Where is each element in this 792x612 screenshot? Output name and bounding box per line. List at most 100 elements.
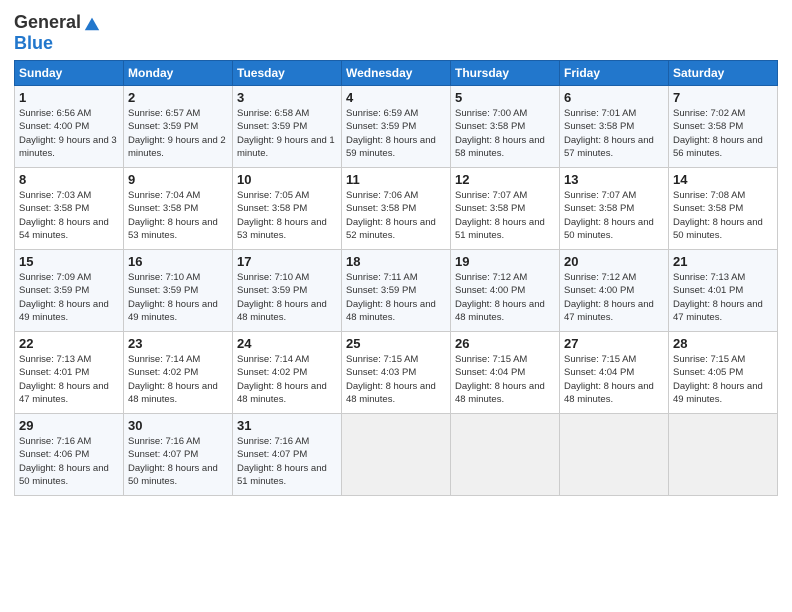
day-number: 3 <box>237 90 337 105</box>
calendar-cell: 26 Sunrise: 7:15 AMSunset: 4:04 PMDayligh… <box>451 332 560 414</box>
weekday-header-saturday: Saturday <box>669 61 778 86</box>
day-info: Sunrise: 7:16 AMSunset: 4:06 PMDaylight:… <box>19 435 119 488</box>
header-area: GeneralBlue <box>14 12 778 54</box>
calendar-cell: 3 Sunrise: 6:58 AMSunset: 3:59 PMDaylight… <box>233 86 342 168</box>
weekday-header-sunday: Sunday <box>15 61 124 86</box>
calendar-cell: 24 Sunrise: 7:14 AMSunset: 4:02 PMDayligh… <box>233 332 342 414</box>
calendar-cell: 11 Sunrise: 7:06 AMSunset: 3:58 PMDayligh… <box>342 168 451 250</box>
day-number: 16 <box>128 254 228 269</box>
day-number: 5 <box>455 90 555 105</box>
day-info: Sunrise: 7:16 AMSunset: 4:07 PMDaylight:… <box>128 435 228 488</box>
day-number: 15 <box>19 254 119 269</box>
logo-general-text: General <box>14 12 81 33</box>
day-number: 23 <box>128 336 228 351</box>
day-info: Sunrise: 7:11 AMSunset: 3:59 PMDaylight:… <box>346 271 446 324</box>
day-number: 10 <box>237 172 337 187</box>
day-number: 24 <box>237 336 337 351</box>
day-info: Sunrise: 7:05 AMSunset: 3:58 PMDaylight:… <box>237 189 337 242</box>
day-number: 28 <box>673 336 773 351</box>
weekday-header-monday: Monday <box>124 61 233 86</box>
day-number: 26 <box>455 336 555 351</box>
logo-blue-text: Blue <box>14 33 53 54</box>
logo-area: GeneralBlue <box>14 12 101 54</box>
calendar-cell: 31Sunrise: 7:16 AMSunset: 4:07 PMDayligh… <box>233 414 342 496</box>
day-number: 25 <box>346 336 446 351</box>
day-info: Sunrise: 7:12 AMSunset: 4:00 PMDaylight:… <box>564 271 664 324</box>
day-info: Sunrise: 7:10 AMSunset: 3:59 PMDaylight:… <box>237 271 337 324</box>
weekday-header-row: SundayMondayTuesdayWednesdayThursdayFrid… <box>15 61 778 86</box>
calendar-week-row: 22 Sunrise: 7:13 AMSunset: 4:01 PMDayligh… <box>15 332 778 414</box>
calendar-cell: 21Sunrise: 7:13 AMSunset: 4:01 PMDayligh… <box>669 250 778 332</box>
weekday-header-friday: Friday <box>560 61 669 86</box>
day-info: Sunrise: 7:13 AMSunset: 4:01 PMDaylight:… <box>19 353 119 406</box>
day-number: 18 <box>346 254 446 269</box>
day-info: Sunrise: 7:15 AMSunset: 4:05 PMDaylight:… <box>673 353 773 406</box>
day-info: Sunrise: 7:08 AMSunset: 3:58 PMDaylight:… <box>673 189 773 242</box>
calendar-week-row: 1 Sunrise: 6:56 AMSunset: 4:00 PMDaylight… <box>15 86 778 168</box>
calendar-cell <box>451 414 560 496</box>
calendar-cell: 15 Sunrise: 7:09 AMSunset: 3:59 PMDayligh… <box>15 250 124 332</box>
day-number: 1 <box>19 90 119 105</box>
day-number: 31 <box>237 418 337 433</box>
calendar-cell: 20 Sunrise: 7:12 AMSunset: 4:00 PMDayligh… <box>560 250 669 332</box>
calendar-week-row: 8Sunrise: 7:03 AMSunset: 3:58 PMDaylight… <box>15 168 778 250</box>
weekday-header-wednesday: Wednesday <box>342 61 451 86</box>
day-info: Sunrise: 7:12 AMSunset: 4:00 PMDaylight:… <box>455 271 555 324</box>
day-info: Sunrise: 7:00 AMSunset: 3:58 PMDaylight:… <box>455 107 555 160</box>
calendar-cell: 16 Sunrise: 7:10 AMSunset: 3:59 PMDayligh… <box>124 250 233 332</box>
day-number: 2 <box>128 90 228 105</box>
weekday-header-tuesday: Tuesday <box>233 61 342 86</box>
day-number: 30 <box>128 418 228 433</box>
calendar-cell: 19 Sunrise: 7:12 AMSunset: 4:00 PMDayligh… <box>451 250 560 332</box>
day-number: 19 <box>455 254 555 269</box>
day-number: 6 <box>564 90 664 105</box>
day-info: Sunrise: 7:15 AMSunset: 4:03 PMDaylight:… <box>346 353 446 406</box>
day-info: Sunrise: 7:10 AMSunset: 3:59 PMDaylight:… <box>128 271 228 324</box>
calendar-cell: 1 Sunrise: 6:56 AMSunset: 4:00 PMDaylight… <box>15 86 124 168</box>
logo-triangle-icon <box>83 14 101 32</box>
day-info: Sunrise: 6:59 AMSunset: 3:59 PMDaylight:… <box>346 107 446 160</box>
calendar-cell: 22 Sunrise: 7:13 AMSunset: 4:01 PMDayligh… <box>15 332 124 414</box>
day-info: Sunrise: 6:56 AMSunset: 4:00 PMDaylight:… <box>19 107 119 160</box>
calendar-cell: 27 Sunrise: 7:15 AMSunset: 4:04 PMDayligh… <box>560 332 669 414</box>
day-info: Sunrise: 7:14 AMSunset: 4:02 PMDaylight:… <box>128 353 228 406</box>
day-number: 11 <box>346 172 446 187</box>
day-number: 8 <box>19 172 119 187</box>
weekday-header-thursday: Thursday <box>451 61 560 86</box>
day-info: Sunrise: 7:04 AMSunset: 3:58 PMDaylight:… <box>128 189 228 242</box>
calendar-cell: 9 Sunrise: 7:04 AMSunset: 3:58 PMDaylight… <box>124 168 233 250</box>
day-number: 12 <box>455 172 555 187</box>
calendar-table: SundayMondayTuesdayWednesdayThursdayFrid… <box>14 60 778 496</box>
day-number: 13 <box>564 172 664 187</box>
day-info: Sunrise: 7:07 AMSunset: 3:58 PMDaylight:… <box>455 189 555 242</box>
day-info: Sunrise: 7:09 AMSunset: 3:59 PMDaylight:… <box>19 271 119 324</box>
day-number: 20 <box>564 254 664 269</box>
calendar-cell: 8Sunrise: 7:03 AMSunset: 3:58 PMDaylight… <box>15 168 124 250</box>
calendar-week-row: 15 Sunrise: 7:09 AMSunset: 3:59 PMDayligh… <box>15 250 778 332</box>
day-number: 14 <box>673 172 773 187</box>
day-info: Sunrise: 6:58 AMSunset: 3:59 PMDaylight:… <box>237 107 337 160</box>
day-number: 22 <box>19 336 119 351</box>
calendar-cell: 13 Sunrise: 7:07 AMSunset: 3:58 PMDayligh… <box>560 168 669 250</box>
day-info: Sunrise: 7:07 AMSunset: 3:58 PMDaylight:… <box>564 189 664 242</box>
day-info: Sunrise: 7:15 AMSunset: 4:04 PMDaylight:… <box>455 353 555 406</box>
calendar-cell <box>669 414 778 496</box>
day-number: 4 <box>346 90 446 105</box>
calendar-cell: 4 Sunrise: 6:59 AMSunset: 3:59 PMDaylight… <box>342 86 451 168</box>
calendar-cell: 2Sunrise: 6:57 AMSunset: 3:59 PMDaylight… <box>124 86 233 168</box>
calendar-cell: 29Sunrise: 7:16 AMSunset: 4:06 PMDayligh… <box>15 414 124 496</box>
day-number: 17 <box>237 254 337 269</box>
day-info: Sunrise: 7:02 AMSunset: 3:58 PMDaylight:… <box>673 107 773 160</box>
day-number: 9 <box>128 172 228 187</box>
calendar-cell: 23 Sunrise: 7:14 AMSunset: 4:02 PMDayligh… <box>124 332 233 414</box>
calendar-cell: 25 Sunrise: 7:15 AMSunset: 4:03 PMDayligh… <box>342 332 451 414</box>
day-info: Sunrise: 7:06 AMSunset: 3:58 PMDaylight:… <box>346 189 446 242</box>
calendar-cell: 17 Sunrise: 7:10 AMSunset: 3:59 PMDayligh… <box>233 250 342 332</box>
calendar-cell: 14 Sunrise: 7:08 AMSunset: 3:58 PMDayligh… <box>669 168 778 250</box>
calendar-cell: 30 Sunrise: 7:16 AMSunset: 4:07 PMDayligh… <box>124 414 233 496</box>
day-number: 27 <box>564 336 664 351</box>
calendar-page: GeneralBlue SundayMondayTuesdayWednesday… <box>0 0 792 612</box>
day-number: 7 <box>673 90 773 105</box>
day-info: Sunrise: 7:15 AMSunset: 4:04 PMDaylight:… <box>564 353 664 406</box>
day-info: Sunrise: 7:14 AMSunset: 4:02 PMDaylight:… <box>237 353 337 406</box>
